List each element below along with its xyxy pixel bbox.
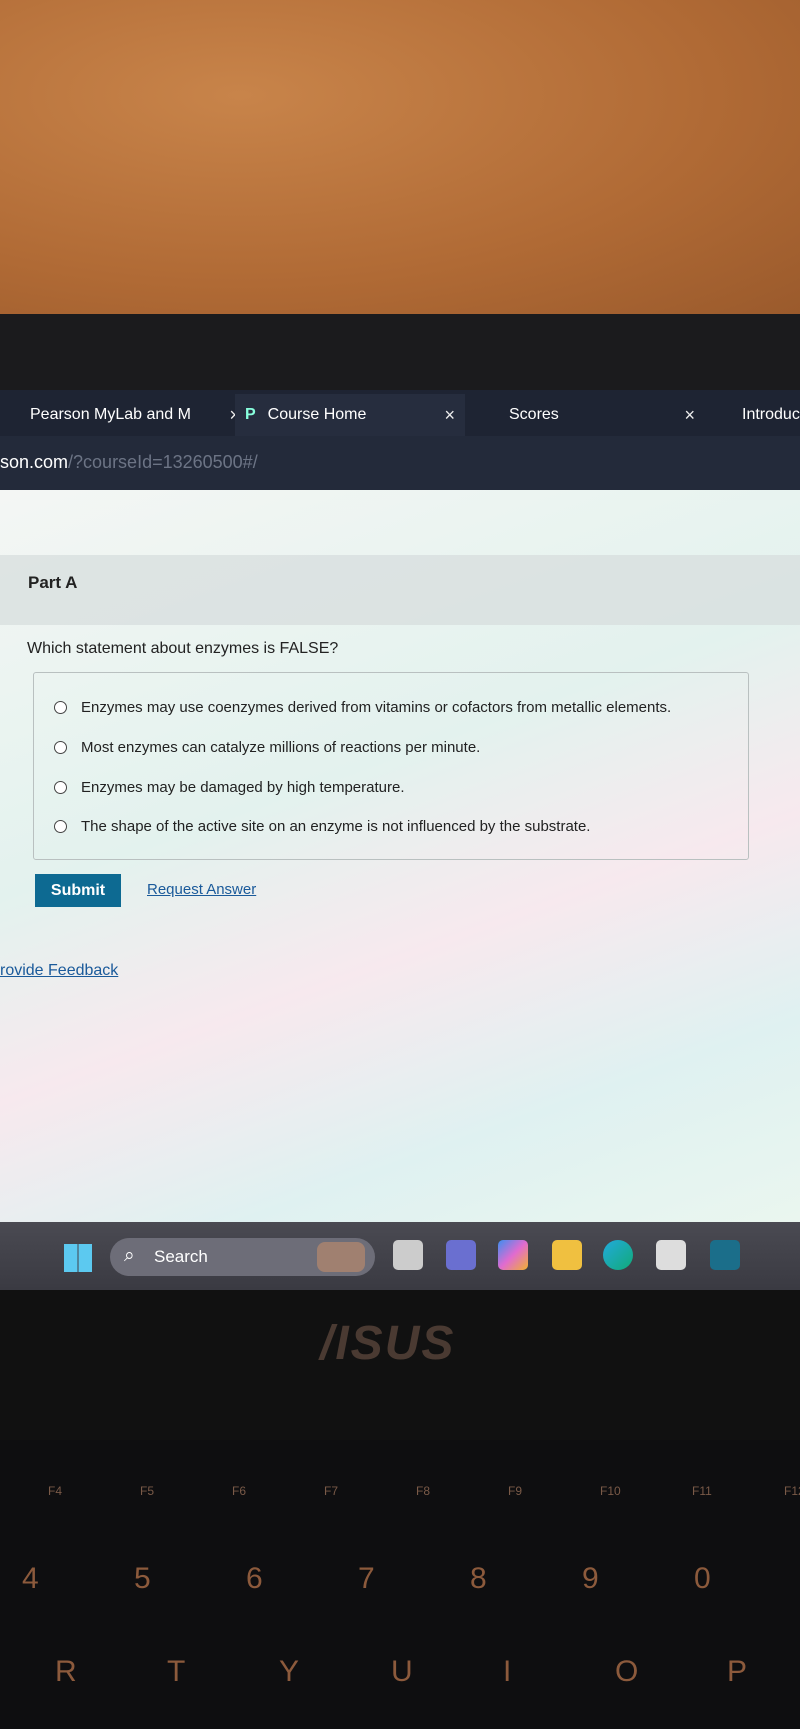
taskbar: ⌕ Search [0, 1222, 800, 1290]
wall-background [0, 0, 800, 318]
browser-tab-bar: Pearson MyLab and M × P Course Home × Sc… [0, 390, 800, 438]
radio-button[interactable] [54, 820, 67, 833]
radio-button[interactable] [54, 701, 67, 714]
option-label: The shape of the active site on an enzym… [81, 818, 591, 835]
key-p: P [727, 1655, 748, 1688]
url-host: son.com [0, 452, 69, 472]
disney-plus-icon[interactable] [710, 1240, 740, 1270]
tab-label: Scores [509, 406, 559, 423]
key-o: O [615, 1655, 639, 1688]
option-4[interactable]: The shape of the active site on an enzym… [54, 818, 590, 835]
store-icon[interactable] [656, 1240, 686, 1270]
option-label: Enzymes may be damaged by high temperatu… [81, 779, 405, 796]
tab-label: Course Home [267, 406, 367, 423]
key-y: Y [279, 1655, 300, 1688]
tab-label: Introduc [742, 406, 800, 423]
key-8: 8 [470, 1562, 487, 1595]
key-f7: F7 [324, 1484, 339, 1498]
answer-options: Enzymes may use coenzymes derived from v… [33, 672, 749, 860]
url-path: /?courseId=13260500#/ [68, 452, 258, 472]
option-3[interactable]: Enzymes may be damaged by high temperatu… [54, 779, 405, 796]
request-answer-link[interactable]: Request Answer [147, 881, 256, 898]
pearson-p-icon: P [245, 406, 256, 423]
screen-bezel [0, 314, 800, 394]
close-icon[interactable]: × [684, 405, 695, 426]
search-placeholder: Search [154, 1247, 208, 1266]
option-1[interactable]: Enzymes may use coenzymes derived from v… [54, 699, 671, 716]
key-f4: F4 [48, 1484, 63, 1498]
key-f9: F9 [508, 1484, 523, 1498]
part-title: Part A [28, 573, 78, 592]
key-0: 0 [694, 1562, 711, 1595]
windows-start-icon[interactable] [64, 1244, 92, 1272]
address-bar[interactable]: son.com/?courseId=13260500#/ [0, 436, 800, 490]
key-6: 6 [246, 1562, 263, 1595]
asus-logo: /ISUS [320, 1317, 456, 1370]
key-r: R [55, 1655, 77, 1688]
key-9: 9 [582, 1562, 599, 1595]
key-t: T [167, 1655, 186, 1688]
radio-button[interactable] [54, 741, 67, 754]
teams-icon[interactable] [446, 1240, 476, 1270]
option-label: Enzymes may use coenzymes derived from v… [81, 699, 672, 716]
key-5: 5 [134, 1562, 151, 1595]
key-f11: F11 [692, 1484, 712, 1498]
task-view-icon[interactable] [393, 1240, 423, 1270]
option-label: Most enzymes can catalyze millions of re… [81, 739, 481, 756]
close-icon[interactable]: × [444, 405, 455, 426]
key-f12: F12 [784, 1484, 800, 1498]
tab-scores[interactable]: Scores × [495, 394, 705, 436]
tab-course-home[interactable]: P Course Home × [235, 394, 465, 436]
key-f10: F10 [600, 1484, 621, 1498]
option-2[interactable]: Most enzymes can catalyze millions of re… [54, 739, 480, 756]
submit-button[interactable]: Submit [35, 874, 121, 907]
key-i: I [503, 1655, 512, 1688]
search-highlight-icon [317, 1242, 365, 1272]
edge-icon[interactable] [603, 1240, 633, 1270]
taskbar-search[interactable]: ⌕ Search [110, 1238, 375, 1276]
radio-button[interactable] [54, 781, 67, 794]
key-f5: F5 [140, 1484, 155, 1498]
key-f8: F8 [416, 1484, 431, 1498]
part-a-header[interactable]: Part A [0, 555, 800, 625]
key-7: 7 [358, 1562, 375, 1595]
key-u: U [391, 1655, 413, 1688]
keyboard: F4 F5 F6 F7 F8 F9 F10 F11 F12 4 5 6 7 8 9 0 R T Y U I O P [0, 1440, 800, 1729]
file-explorer-icon[interactable] [552, 1240, 582, 1270]
key-f6: F6 [232, 1484, 247, 1498]
search-icon: ⌕ [124, 1245, 135, 1266]
tab-pearson-mylab[interactable]: Pearson MyLab and M × [20, 394, 250, 436]
tab-introduction[interactable]: Introduc [732, 394, 800, 436]
key-4: 4 [22, 1562, 39, 1595]
question-text: Which statement about enzymes is FALSE? [27, 640, 339, 657]
tab-label: Pearson MyLab and M [30, 406, 191, 423]
copilot-icon[interactable] [498, 1240, 528, 1270]
provide-feedback-link[interactable]: rovide Feedback [0, 962, 118, 980]
